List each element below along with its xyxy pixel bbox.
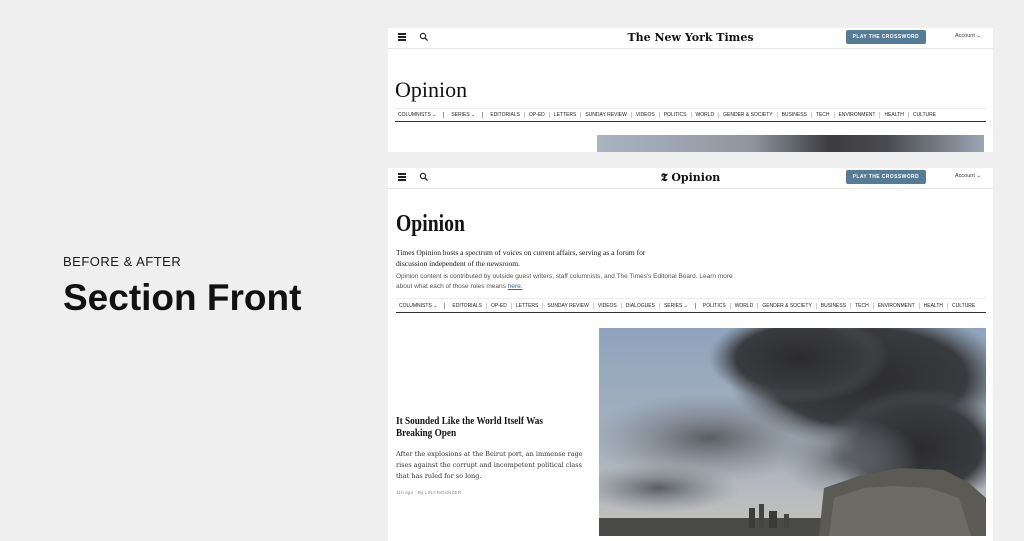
chevron-down-icon: ⌄	[976, 33, 981, 39]
after-nav-item-business[interactable]: BUSINESS	[817, 302, 852, 309]
before-nav-item-business[interactable]: BUSINESS	[778, 112, 812, 118]
after-nav-item-culture[interactable]: CULTURE	[948, 303, 979, 309]
before-nav-item-environment[interactable]: ENVIRONMENT	[835, 112, 881, 118]
section-title: Opinion	[396, 211, 465, 237]
play-crossword-button[interactable]: PLAY THE CROSSWORD	[845, 170, 926, 184]
before-screenshot: The New York Times PLAY THE CROSSWORD Ac…	[388, 28, 993, 152]
section-description: Times Opinion hosts a spectrum of voices…	[396, 248, 646, 268]
before-nav-item-columnists[interactable]: COLUMNISTS ⌄	[395, 112, 445, 118]
chevron-down-icon: ⌄	[682, 302, 688, 309]
after-nav-item-editorials[interactable]: EDITORIALS	[448, 302, 488, 309]
after-nav-item-environment[interactable]: ENVIRONMENT	[874, 302, 920, 309]
account-menu[interactable]: Account ⌄	[955, 33, 981, 39]
before-nav-item-series[interactable]: SERIES ⌄	[447, 112, 484, 118]
play-crossword-button[interactable]: PLAY THE CROSSWORD	[845, 30, 926, 44]
nyt-t-logo-icon: 𝕿	[660, 171, 668, 184]
caption-title: Section Front	[63, 277, 302, 318]
before-nav-item-sunday-review[interactable]: SUNDAY REVIEW	[581, 112, 632, 118]
caption-kicker: BEFORE & AFTER	[63, 254, 182, 269]
before-nav-item-op-ed[interactable]: OP-ED	[525, 112, 550, 118]
before-nav-item-politics[interactable]: POLITICS	[660, 112, 692, 118]
after-nav-item-world[interactable]: WORLD	[731, 302, 759, 309]
after-nav-item-columnists[interactable]: COLUMNISTS ⌄	[396, 302, 446, 309]
article-summary: After the explosions at the Beirut port,…	[396, 450, 583, 480]
section-title: Opinion	[395, 77, 468, 102]
before-nav-item-videos[interactable]: VIDEOS	[632, 112, 660, 118]
after-nav-item-letters[interactable]: LETTERS	[512, 302, 544, 309]
after-nav-item-tech[interactable]: TECH	[851, 302, 874, 309]
after-topbar: 𝕿 Opinion PLAY THE CROSSWORD Account ⌄	[388, 168, 993, 189]
lead-image-cropped[interactable]	[597, 135, 984, 152]
account-label: Account	[954, 173, 975, 179]
after-nav-item-videos[interactable]: VIDEOS	[594, 302, 622, 309]
chevron-down-icon: ⌄	[469, 112, 476, 118]
account-label: Account	[954, 33, 975, 39]
article-byline: 11h ago · By LINA MOUNZER	[396, 490, 462, 495]
before-nav-item-letters[interactable]: LETTERS	[550, 112, 582, 118]
before-nav-item-culture[interactable]: CULTURE	[909, 112, 940, 118]
chevron-down-icon: ⌄	[430, 112, 437, 118]
before-topbar: The New York Times PLAY THE CROSSWORD Ac…	[388, 28, 993, 49]
after-nav-item-sunday-review[interactable]: SUNDAY REVIEW	[543, 302, 594, 309]
after-nav-item-op-ed[interactable]: OP-ED	[487, 302, 512, 309]
chevron-down-icon: ⌄	[431, 302, 438, 309]
after-screenshot: 𝕿 Opinion PLAY THE CROSSWORD Account ⌄ O…	[388, 168, 993, 541]
note-link[interactable]: here.	[508, 283, 523, 290]
after-nav-item-dialogues[interactable]: DIALOGUES	[622, 302, 660, 309]
caption: BEFORE & AFTER Section Front	[63, 254, 301, 319]
after-nav-item-health[interactable]: HEALTH	[920, 302, 949, 309]
after-nav-item-politics[interactable]: POLITICS	[699, 302, 731, 309]
before-nav-item-world[interactable]: WORLD	[692, 112, 720, 118]
article-headline[interactable]: It Sounded Like the World Itself Was Bre…	[396, 416, 563, 440]
chevron-down-icon: ⌄	[976, 173, 981, 179]
masthead-label: Opinion	[671, 171, 721, 184]
section-nav: COLUMNISTS ⌄ EDITORIALS OP-ED LETTERS SUNDAY…	[396, 298, 986, 313]
section-note: Opinion content is contributed by outsid…	[396, 272, 736, 291]
before-nav-item-editorials[interactable]: EDITORIALS	[486, 112, 525, 118]
before-nav-item-gender-society[interactable]: GENDER & SOCIETY	[719, 112, 778, 118]
lead-image-beirut-smoke[interactable]	[599, 328, 986, 536]
before-nav-item-health[interactable]: HEALTH	[880, 112, 909, 118]
section-nav: COLUMNISTS ⌄ SERIES ⌄ EDITORIALS OP-ED LETTE…	[395, 108, 986, 122]
after-nav-item-series[interactable]: SERIES ⌄	[660, 302, 696, 309]
account-menu[interactable]: Account ⌄	[955, 173, 981, 179]
note-text: Opinion content is contributed by outsid…	[396, 273, 733, 290]
before-nav-item-tech[interactable]: TECH	[812, 112, 835, 118]
after-nav-item-gender-society[interactable]: GENDER & SOCIETY	[758, 302, 817, 309]
